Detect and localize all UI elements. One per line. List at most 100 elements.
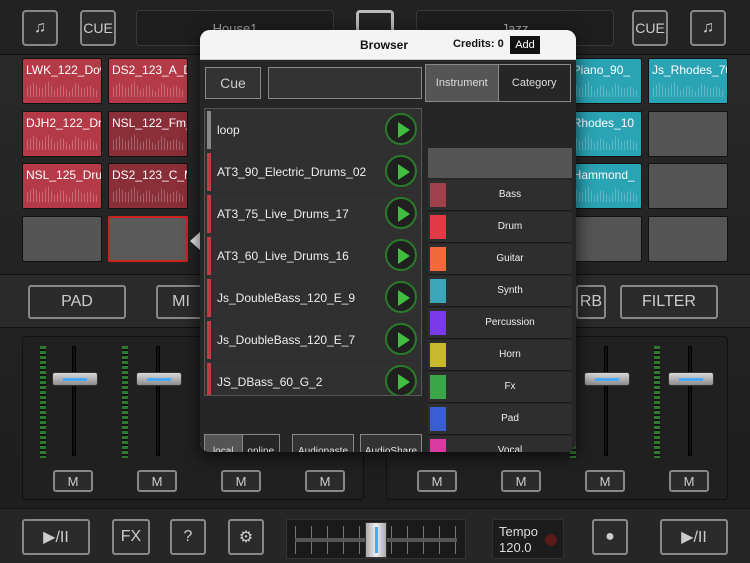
category-item[interactable]: Bass xyxy=(428,180,572,211)
waveform xyxy=(27,81,97,97)
category-swatch xyxy=(430,247,446,271)
list-item[interactable]: AT3_75_Live_Drums_17 xyxy=(205,193,421,235)
selected-empty-pad[interactable] xyxy=(108,216,188,262)
search-input[interactable] xyxy=(268,67,422,99)
cue-button[interactable]: Cue xyxy=(205,67,261,99)
music-note-icon[interactable]: ♫ xyxy=(690,10,726,46)
crossfader-knob[interactable] xyxy=(365,522,387,558)
pad[interactable]: LWK_122_Dow xyxy=(22,58,102,104)
tempo-indicator-icon xyxy=(545,534,557,546)
mute-button[interactable]: M xyxy=(53,470,93,492)
list-item[interactable]: AT3_60_Live_Drums_16 xyxy=(205,235,421,277)
list-item[interactable]: AT3_90_Electric_Drums_02 xyxy=(205,151,421,193)
sample-list[interactable]: loop AT3_90_Electric_Drums_02 AT3_75_Liv… xyxy=(204,108,422,396)
mixer-mode-button[interactable]: MI xyxy=(156,285,206,319)
tab-instrument[interactable]: Instrument xyxy=(426,65,499,101)
audioshare-button[interactable]: AudioShare xyxy=(360,434,422,452)
tempo-label: Tempo xyxy=(499,524,539,539)
mute-button[interactable]: M xyxy=(305,470,345,492)
empty-pad[interactable] xyxy=(648,163,728,209)
left-play-pause-button[interactable]: ▶/II xyxy=(22,519,90,555)
bottom-bar: ▶/II FX ? ⚙ Tempo 120.0 ● ▶/II xyxy=(0,508,750,563)
pad-label: LWK_122_Dow xyxy=(26,63,102,77)
left-cue-button[interactable]: CUE xyxy=(80,10,116,46)
category-all-header[interactable] xyxy=(428,148,572,178)
audiopaste-button[interactable]: Audiopaste xyxy=(292,434,354,452)
volume-fader[interactable] xyxy=(584,372,630,386)
item-color-bar xyxy=(207,153,211,191)
category-item[interactable]: Pad xyxy=(428,404,572,435)
source-online[interactable]: online xyxy=(243,435,280,453)
crossfader[interactable] xyxy=(286,519,466,559)
category-label: Synth xyxy=(497,285,523,296)
tab-category[interactable]: Category xyxy=(499,65,571,101)
pad-label: DJH2_122_Dru xyxy=(26,116,102,130)
play-icon[interactable] xyxy=(385,281,417,313)
category-item[interactable]: Vocal xyxy=(428,436,572,452)
filter-mode-button[interactable]: FILTER xyxy=(620,285,718,319)
list-item[interactable]: JS_DBass_60_G_2 xyxy=(205,361,421,395)
category-label: Horn xyxy=(499,349,521,360)
category-item[interactable]: Drum xyxy=(428,212,572,243)
play-icon[interactable] xyxy=(385,323,417,355)
empty-pad[interactable] xyxy=(648,111,728,157)
list-item[interactable]: Js_DoubleBass_120_E_7 xyxy=(205,319,421,361)
play-icon[interactable] xyxy=(385,155,417,187)
mute-button[interactable]: M xyxy=(137,470,177,492)
category-item[interactable]: Horn xyxy=(428,340,572,371)
mute-button[interactable]: M xyxy=(417,470,457,492)
right-cue-button[interactable]: CUE xyxy=(632,10,668,46)
waveform xyxy=(567,81,637,97)
mute-button[interactable]: M xyxy=(669,470,709,492)
pad[interactable]: NSL_125_Dru xyxy=(22,163,102,209)
pad-label: NSL_125_Dru xyxy=(26,168,102,182)
item-name: JS_DBass_60_G_2 xyxy=(217,375,323,389)
category-label: Pad xyxy=(501,413,519,424)
gear-icon[interactable]: ⚙ xyxy=(228,519,264,555)
pad[interactable]: DS2_123_A_D xyxy=(108,58,188,104)
item-name: AT3_60_Live_Drums_16 xyxy=(217,249,349,263)
list-item[interactable]: loop xyxy=(205,109,421,151)
source-local[interactable]: local xyxy=(205,435,243,452)
waveform xyxy=(27,186,97,202)
add-credits-button[interactable]: Add xyxy=(510,36,540,54)
category-label: Bass xyxy=(498,189,522,200)
reverb-mode-button[interactable]: RB xyxy=(576,285,606,319)
pad[interactable]: DJH2_122_Dru xyxy=(22,111,102,157)
empty-pad[interactable] xyxy=(648,216,728,262)
category-item[interactable]: Guitar xyxy=(428,244,572,275)
mute-button[interactable]: M xyxy=(501,470,541,492)
fader-track xyxy=(688,346,692,456)
pad[interactable]: DS2_123_C_M xyxy=(108,163,188,209)
category-swatch xyxy=(430,375,446,399)
browser-title: Browser xyxy=(360,38,409,52)
help-button[interactable]: ? xyxy=(170,519,206,555)
fader-track xyxy=(604,346,608,456)
category-item[interactable]: Fx xyxy=(428,372,572,403)
pad-mode-button[interactable]: PAD xyxy=(28,285,126,319)
mute-button[interactable]: M xyxy=(221,470,261,492)
category-item[interactable]: Synth xyxy=(428,276,572,307)
play-icon[interactable] xyxy=(385,365,417,395)
category-item[interactable]: Percussion xyxy=(428,308,572,339)
volume-fader[interactable] xyxy=(52,372,98,386)
pad[interactable]: NSL_122_Fm_ xyxy=(108,111,188,157)
category-label: Fx xyxy=(504,381,516,392)
pad[interactable]: Js_Rhodes_70 xyxy=(648,58,728,104)
music-note-icon[interactable]: ♫ xyxy=(22,10,58,46)
item-name: Js_DoubleBass_120_E_9 xyxy=(217,291,356,305)
right-play-pause-button[interactable]: ▶/II xyxy=(660,519,728,555)
empty-pad[interactable] xyxy=(22,216,102,262)
play-icon[interactable] xyxy=(385,197,417,229)
volume-fader[interactable] xyxy=(668,372,714,386)
fx-button[interactable]: FX xyxy=(112,519,150,555)
record-icon[interactable]: ● xyxy=(592,519,628,555)
mute-button[interactable]: M xyxy=(585,470,625,492)
browser-body: Cue Instrument Category loop AT3_90_Elec… xyxy=(200,60,576,452)
list-item[interactable]: Js_DoubleBass_120_E_9 xyxy=(205,277,421,319)
volume-fader[interactable] xyxy=(136,372,182,386)
play-icon[interactable] xyxy=(385,113,417,145)
play-icon[interactable] xyxy=(385,239,417,271)
tempo-display[interactable]: Tempo 120.0 xyxy=(492,519,564,559)
item-name: loop xyxy=(217,123,240,137)
